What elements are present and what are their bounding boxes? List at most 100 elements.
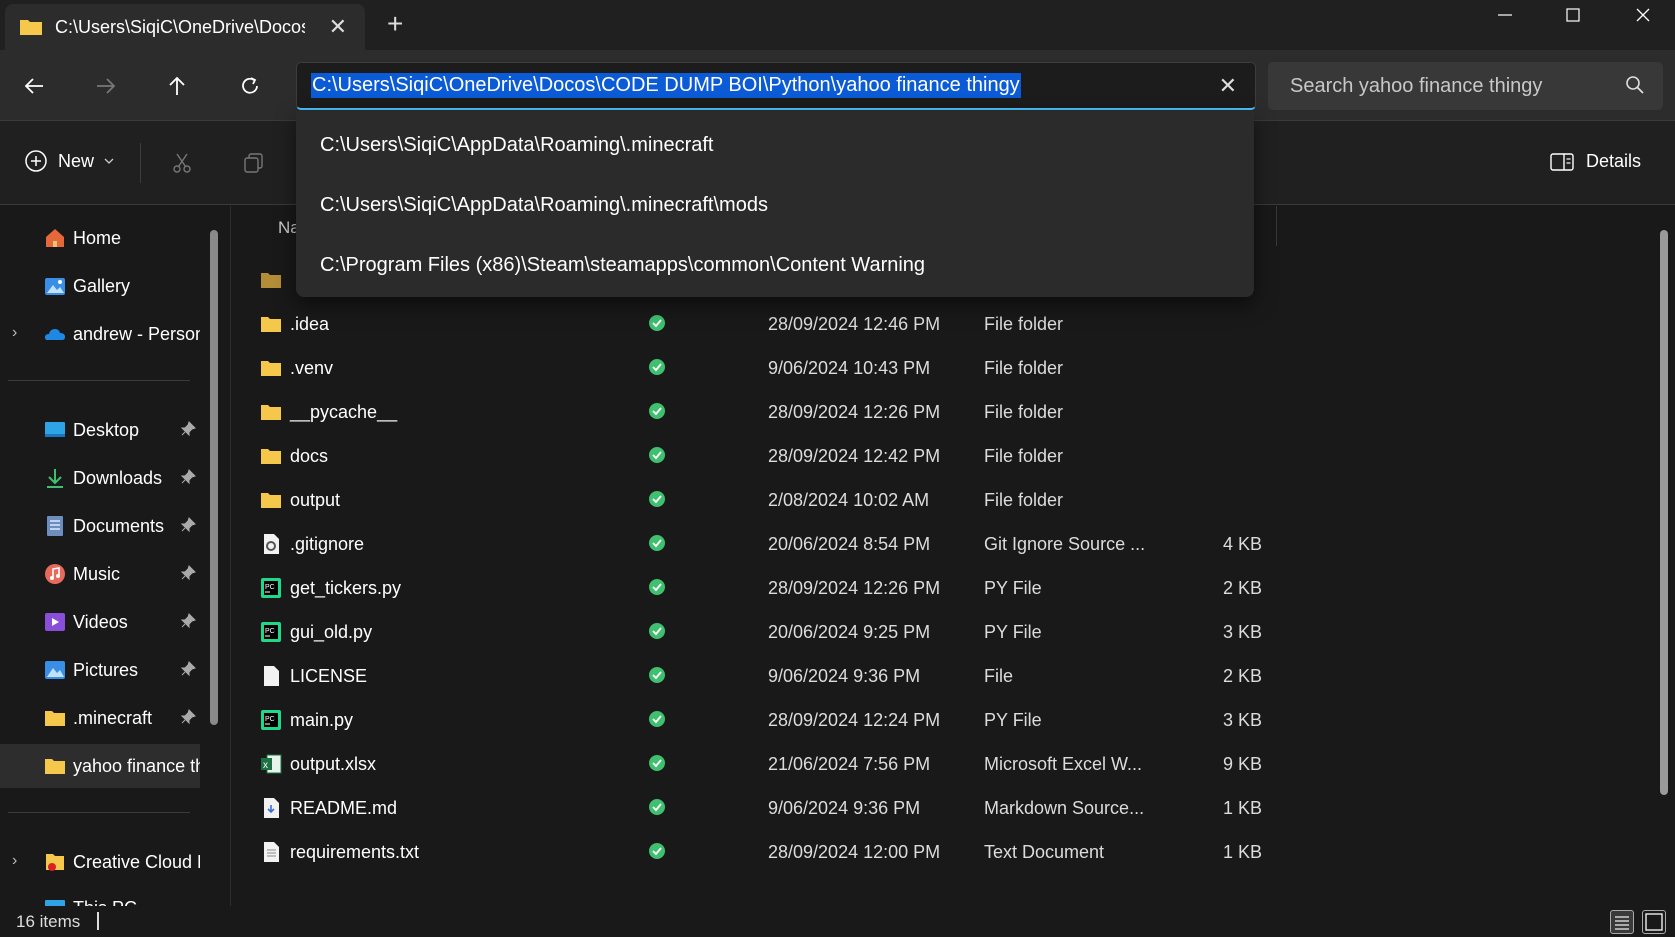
table-row[interactable]: .idea 28/09/2024 12:46 PM File folder (240, 302, 1280, 346)
python-file-icon: PC (260, 621, 282, 643)
sidebar-item-desktop[interactable]: Desktop (0, 408, 200, 452)
sync-status-icon (648, 754, 666, 777)
details-view-button[interactable] (1610, 910, 1634, 934)
search-box[interactable]: Search yahoo finance thingy (1268, 62, 1663, 110)
sync-status-icon (648, 490, 666, 513)
refresh-button[interactable] (232, 68, 268, 104)
text-file-icon (260, 841, 282, 863)
folder-icon (260, 357, 282, 379)
sidebar-item-label: Home (73, 228, 122, 248)
svg-text:x: x (263, 760, 268, 771)
file-date: 9/06/2024 10:43 PM (768, 358, 931, 378)
sidebar-item-videos[interactable]: Videos (0, 600, 200, 644)
back-button[interactable] (16, 68, 52, 104)
search-input[interactable]: Search yahoo finance thingy (1290, 75, 1542, 98)
arrow-left-icon (24, 78, 43, 94)
table-row[interactable]: PC main.py 28/09/2024 12:24 PM PY File 3 KB (240, 698, 1280, 742)
table-row[interactable]: __pycache__ 28/09/2024 12:26 PM File folde… (240, 390, 1280, 434)
table-row[interactable]: docs 28/09/2024 12:42 PM File folder (240, 434, 1280, 478)
table-row[interactable]: requirements.txt 28/09/2024 12:00 PM Text … (240, 830, 1280, 874)
tiles-view-icon (1645, 913, 1663, 931)
file-name: requirements.txt (290, 842, 420, 862)
sidebar-item-label: Gallery (73, 276, 131, 296)
sidebar-item-gallery[interactable]: Gallery (0, 264, 200, 308)
file-size: 9 KB (1222, 754, 1262, 774)
sidebar-item-minecraft[interactable]: .minecraft (0, 696, 200, 740)
sidebar-item-creative-cloud[interactable]: › Creative Cloud Files (0, 840, 200, 884)
column-separator[interactable] (1276, 206, 1277, 246)
tiles-view-button[interactable] (1642, 910, 1666, 934)
address-bar[interactable]: C:\Users\SiqiC\OneDrive\Docos\CODE DUMP … (296, 62, 1256, 110)
address-input[interactable]: C:\Users\SiqiC\OneDrive\Docos\CODE DUMP … (311, 73, 1021, 98)
table-row[interactable]: x output.xlsx 21/06/2024 7:56 PM Microsoft … (240, 742, 1280, 786)
sync-status-icon (648, 314, 666, 337)
forward-button[interactable] (88, 68, 124, 104)
file-type: File folder (984, 358, 1064, 378)
table-row[interactable]: output 2/08/2024 10:02 AM File folder (240, 478, 1280, 522)
table-row[interactable]: LICENSE 9/06/2024 9:36 PM File 2 KB (240, 654, 1280, 698)
folder-icon (260, 445, 282, 467)
details-pane-icon (1550, 152, 1574, 171)
sidebar-item-current-folder[interactable]: yahoo finance thingy (0, 744, 200, 788)
new-button[interactable]: New (24, 149, 114, 173)
maximize-button[interactable] (1538, 0, 1608, 30)
address-clear-button[interactable]: ✕ (1219, 73, 1237, 99)
close-window-button[interactable] (1608, 0, 1675, 30)
table-row[interactable]: .venv 9/06/2024 10:43 PM File folder (240, 346, 1280, 390)
sidebar-item-this-pc[interactable]: This PC (0, 886, 200, 906)
sync-status-icon (648, 446, 666, 469)
details-button[interactable]: Details (1550, 151, 1641, 172)
divider (8, 812, 190, 813)
file-date: 28/09/2024 12:24 PM (768, 710, 941, 730)
suggestion-item[interactable]: C:\Users\SiqiC\AppData\Roaming\.minecraf… (320, 194, 768, 217)
table-row[interactable]: .gitignore 20/06/2024 8:54 PM Git Ignore S… (240, 522, 1280, 566)
settings-file-icon (260, 533, 282, 555)
pin-icon (180, 661, 196, 677)
pin-icon (180, 421, 196, 437)
copy-icon[interactable] (242, 151, 266, 175)
minimize-button[interactable] (1470, 0, 1540, 30)
maximize-icon (1566, 8, 1580, 22)
file-name: gui_old.py (290, 622, 373, 642)
pin-icon (180, 517, 196, 533)
table-row[interactable]: README.md 9/06/2024 9:36 PM Markdown Sourc… (240, 786, 1280, 830)
svg-text:PC: PC (265, 716, 275, 723)
sidebar-scrollbar[interactable] (210, 230, 218, 725)
sidebar-item-label: Desktop (73, 420, 140, 440)
new-tab-button[interactable]: + (387, 8, 403, 40)
sidebar-item-documents[interactable]: Documents (0, 504, 200, 548)
sync-status-icon (648, 666, 666, 689)
sidebar-item-onedrive[interactable]: › andrew - Personal (0, 312, 200, 356)
file-type: File folder (984, 490, 1064, 510)
chevron-right-icon[interactable]: › (12, 852, 17, 870)
suggestion-item[interactable]: C:\Users\SiqiC\AppData\Roaming\.minecraf… (320, 134, 713, 157)
cut-icon[interactable] (170, 151, 194, 175)
file-name: output (290, 490, 341, 510)
sync-status-icon (648, 578, 666, 601)
tab-close-button[interactable]: ✕ (329, 14, 347, 40)
sidebar-item-pictures[interactable]: Pictures (0, 648, 200, 692)
minimize-icon (1498, 14, 1512, 16)
chevron-right-icon[interactable]: › (12, 324, 17, 342)
sidebar-item-label: .minecraft (73, 708, 153, 728)
arrow-right-icon (97, 78, 116, 94)
suggestion-item[interactable]: C:\Program Files (x86)\Steam\steamapps\c… (320, 254, 925, 277)
sidebar-item-downloads[interactable]: Downloads (0, 456, 200, 500)
file-date: 21/06/2024 7:56 PM (768, 754, 931, 774)
tab-current[interactable]: C:\Users\SiqiC\OneDrive\Docos\CODE DUMP … (5, 4, 365, 50)
creative-cloud-icon (46, 854, 64, 871)
file-date: 28/09/2024 12:00 PM (768, 842, 941, 862)
sidebar-item-home[interactable]: Home (0, 216, 200, 260)
sidebar-item-label: Downloads (73, 468, 163, 488)
folder-icon (260, 401, 282, 423)
table-row[interactable]: PC get_tickers.py 28/09/2024 12:26 PM PY Fi… (240, 566, 1280, 610)
chevron-down-icon (104, 158, 114, 164)
sync-status-icon (648, 622, 666, 645)
file-list-scrollbar[interactable] (1660, 230, 1668, 795)
table-row[interactable]: PC gui_old.py 20/06/2024 9:25 PM PY File 3 K… (240, 610, 1280, 654)
sidebar-item-music[interactable]: Music (0, 552, 200, 596)
file-date: 28/09/2024 12:42 PM (768, 446, 941, 466)
file-date: 28/09/2024 12:46 PM (768, 314, 941, 334)
file-type: File folder (984, 314, 1064, 334)
up-button[interactable] (159, 68, 195, 104)
